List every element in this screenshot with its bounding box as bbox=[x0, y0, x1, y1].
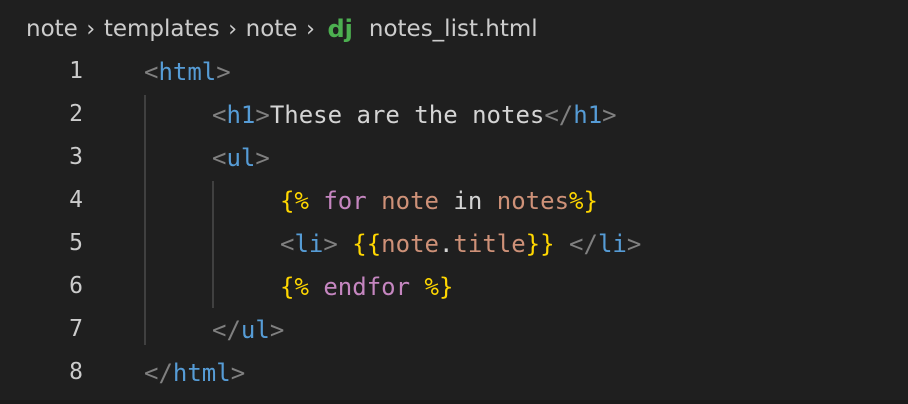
indent-guide bbox=[144, 95, 146, 345]
chevron-right-icon: › bbox=[306, 16, 315, 42]
code-token: {% bbox=[280, 273, 309, 301]
code-token: These are the notes bbox=[269, 101, 545, 129]
line-number: 1 bbox=[69, 58, 83, 84]
django-file-icon: dj bbox=[327, 15, 353, 43]
code-token: li bbox=[597, 230, 627, 258]
code-line[interactable]: 2 <h1>These are the notes</h1> bbox=[0, 95, 908, 138]
code-token: for bbox=[323, 187, 367, 215]
code-token: }} bbox=[525, 230, 555, 258]
code-token: %} bbox=[569, 187, 598, 215]
code-editor[interactable]: note › templates › note › dj notes_list.… bbox=[0, 0, 908, 404]
code-token: h1 bbox=[226, 101, 256, 129]
line-number: 5 bbox=[69, 230, 83, 256]
code-token: h1 bbox=[573, 101, 603, 129]
code-token: li bbox=[294, 230, 324, 258]
code-token: </ bbox=[212, 316, 241, 344]
editor-bottom-edge bbox=[0, 400, 908, 404]
code-text[interactable]: </ul> bbox=[212, 316, 284, 344]
code-token: > bbox=[255, 144, 270, 172]
code-line[interactable]: 4 {% for note in notes%} bbox=[0, 181, 908, 224]
code-token: note bbox=[381, 230, 439, 258]
code-token: html bbox=[158, 58, 217, 86]
line-number: 7 bbox=[69, 316, 83, 342]
breadcrumb-item-note-folder[interactable]: note bbox=[246, 16, 298, 42]
line-number: 8 bbox=[69, 359, 83, 385]
code-token: ul bbox=[226, 144, 256, 172]
code-text[interactable]: <html> bbox=[144, 58, 231, 86]
line-number: 3 bbox=[69, 144, 83, 170]
code-token: < bbox=[280, 230, 295, 258]
code-token: </ bbox=[144, 359, 173, 387]
code-lines[interactable]: 1 <html> 2 <h1>These are the notes</h1> 3 <ul… bbox=[0, 52, 908, 396]
indent-guide bbox=[212, 181, 214, 308]
code-token: html bbox=[172, 359, 231, 387]
breadcrumb-item-templates[interactable]: templates bbox=[104, 16, 220, 42]
code-token: > bbox=[269, 316, 285, 344]
line-number: 4 bbox=[69, 187, 83, 213]
code-text[interactable]: {% endfor %} bbox=[280, 273, 453, 301]
breadcrumb-item-note[interactable]: note bbox=[26, 16, 78, 42]
code-token: > bbox=[230, 359, 246, 387]
code-token: {{ bbox=[352, 230, 382, 258]
code-token: endfor bbox=[323, 273, 411, 301]
chevron-right-icon: › bbox=[228, 16, 238, 42]
code-token: ul bbox=[240, 316, 270, 344]
code-token: {% bbox=[280, 187, 309, 215]
code-token: . bbox=[438, 230, 454, 258]
code-line[interactable]: 1 <html> bbox=[0, 52, 908, 95]
code-text[interactable]: <ul> bbox=[212, 144, 270, 172]
code-token: > bbox=[255, 101, 270, 129]
code-token: in bbox=[438, 187, 497, 215]
code-text[interactable]: <li> {{note.title}} </li> bbox=[280, 230, 641, 258]
code-token: title bbox=[453, 230, 526, 258]
code-token: < bbox=[144, 58, 159, 86]
code-token: </ bbox=[569, 230, 598, 258]
code-line[interactable]: 6 {% endfor %} bbox=[0, 267, 908, 310]
code-token: notes bbox=[496, 187, 570, 215]
code-line[interactable]: 8 </html> bbox=[0, 353, 908, 396]
code-token: > bbox=[626, 230, 642, 258]
code-text[interactable]: </html> bbox=[144, 359, 245, 387]
breadcrumb-file-name[interactable]: notes_list.html bbox=[369, 16, 538, 42]
code-token: < bbox=[212, 144, 227, 172]
code-line[interactable]: 5 <li> {{note.title}} </li> bbox=[0, 224, 908, 267]
code-token: > bbox=[323, 230, 338, 258]
code-text[interactable]: <h1>These are the notes</h1> bbox=[212, 101, 617, 129]
code-token: note bbox=[381, 187, 439, 215]
code-token: %} bbox=[424, 273, 454, 301]
breadcrumb: note › templates › note › dj notes_list.… bbox=[26, 14, 538, 44]
chevron-right-icon: › bbox=[86, 16, 96, 42]
code-line[interactable]: 7 </ul> bbox=[0, 310, 908, 353]
code-line[interactable]: 3 <ul> bbox=[0, 138, 908, 181]
code-token: </ bbox=[544, 101, 574, 129]
code-token: > bbox=[602, 101, 617, 129]
code-token: < bbox=[212, 101, 227, 129]
line-number: 2 bbox=[69, 101, 83, 127]
code-text[interactable]: {% for note in notes%} bbox=[280, 187, 598, 215]
line-number: 6 bbox=[69, 273, 83, 299]
code-token: > bbox=[216, 58, 231, 86]
